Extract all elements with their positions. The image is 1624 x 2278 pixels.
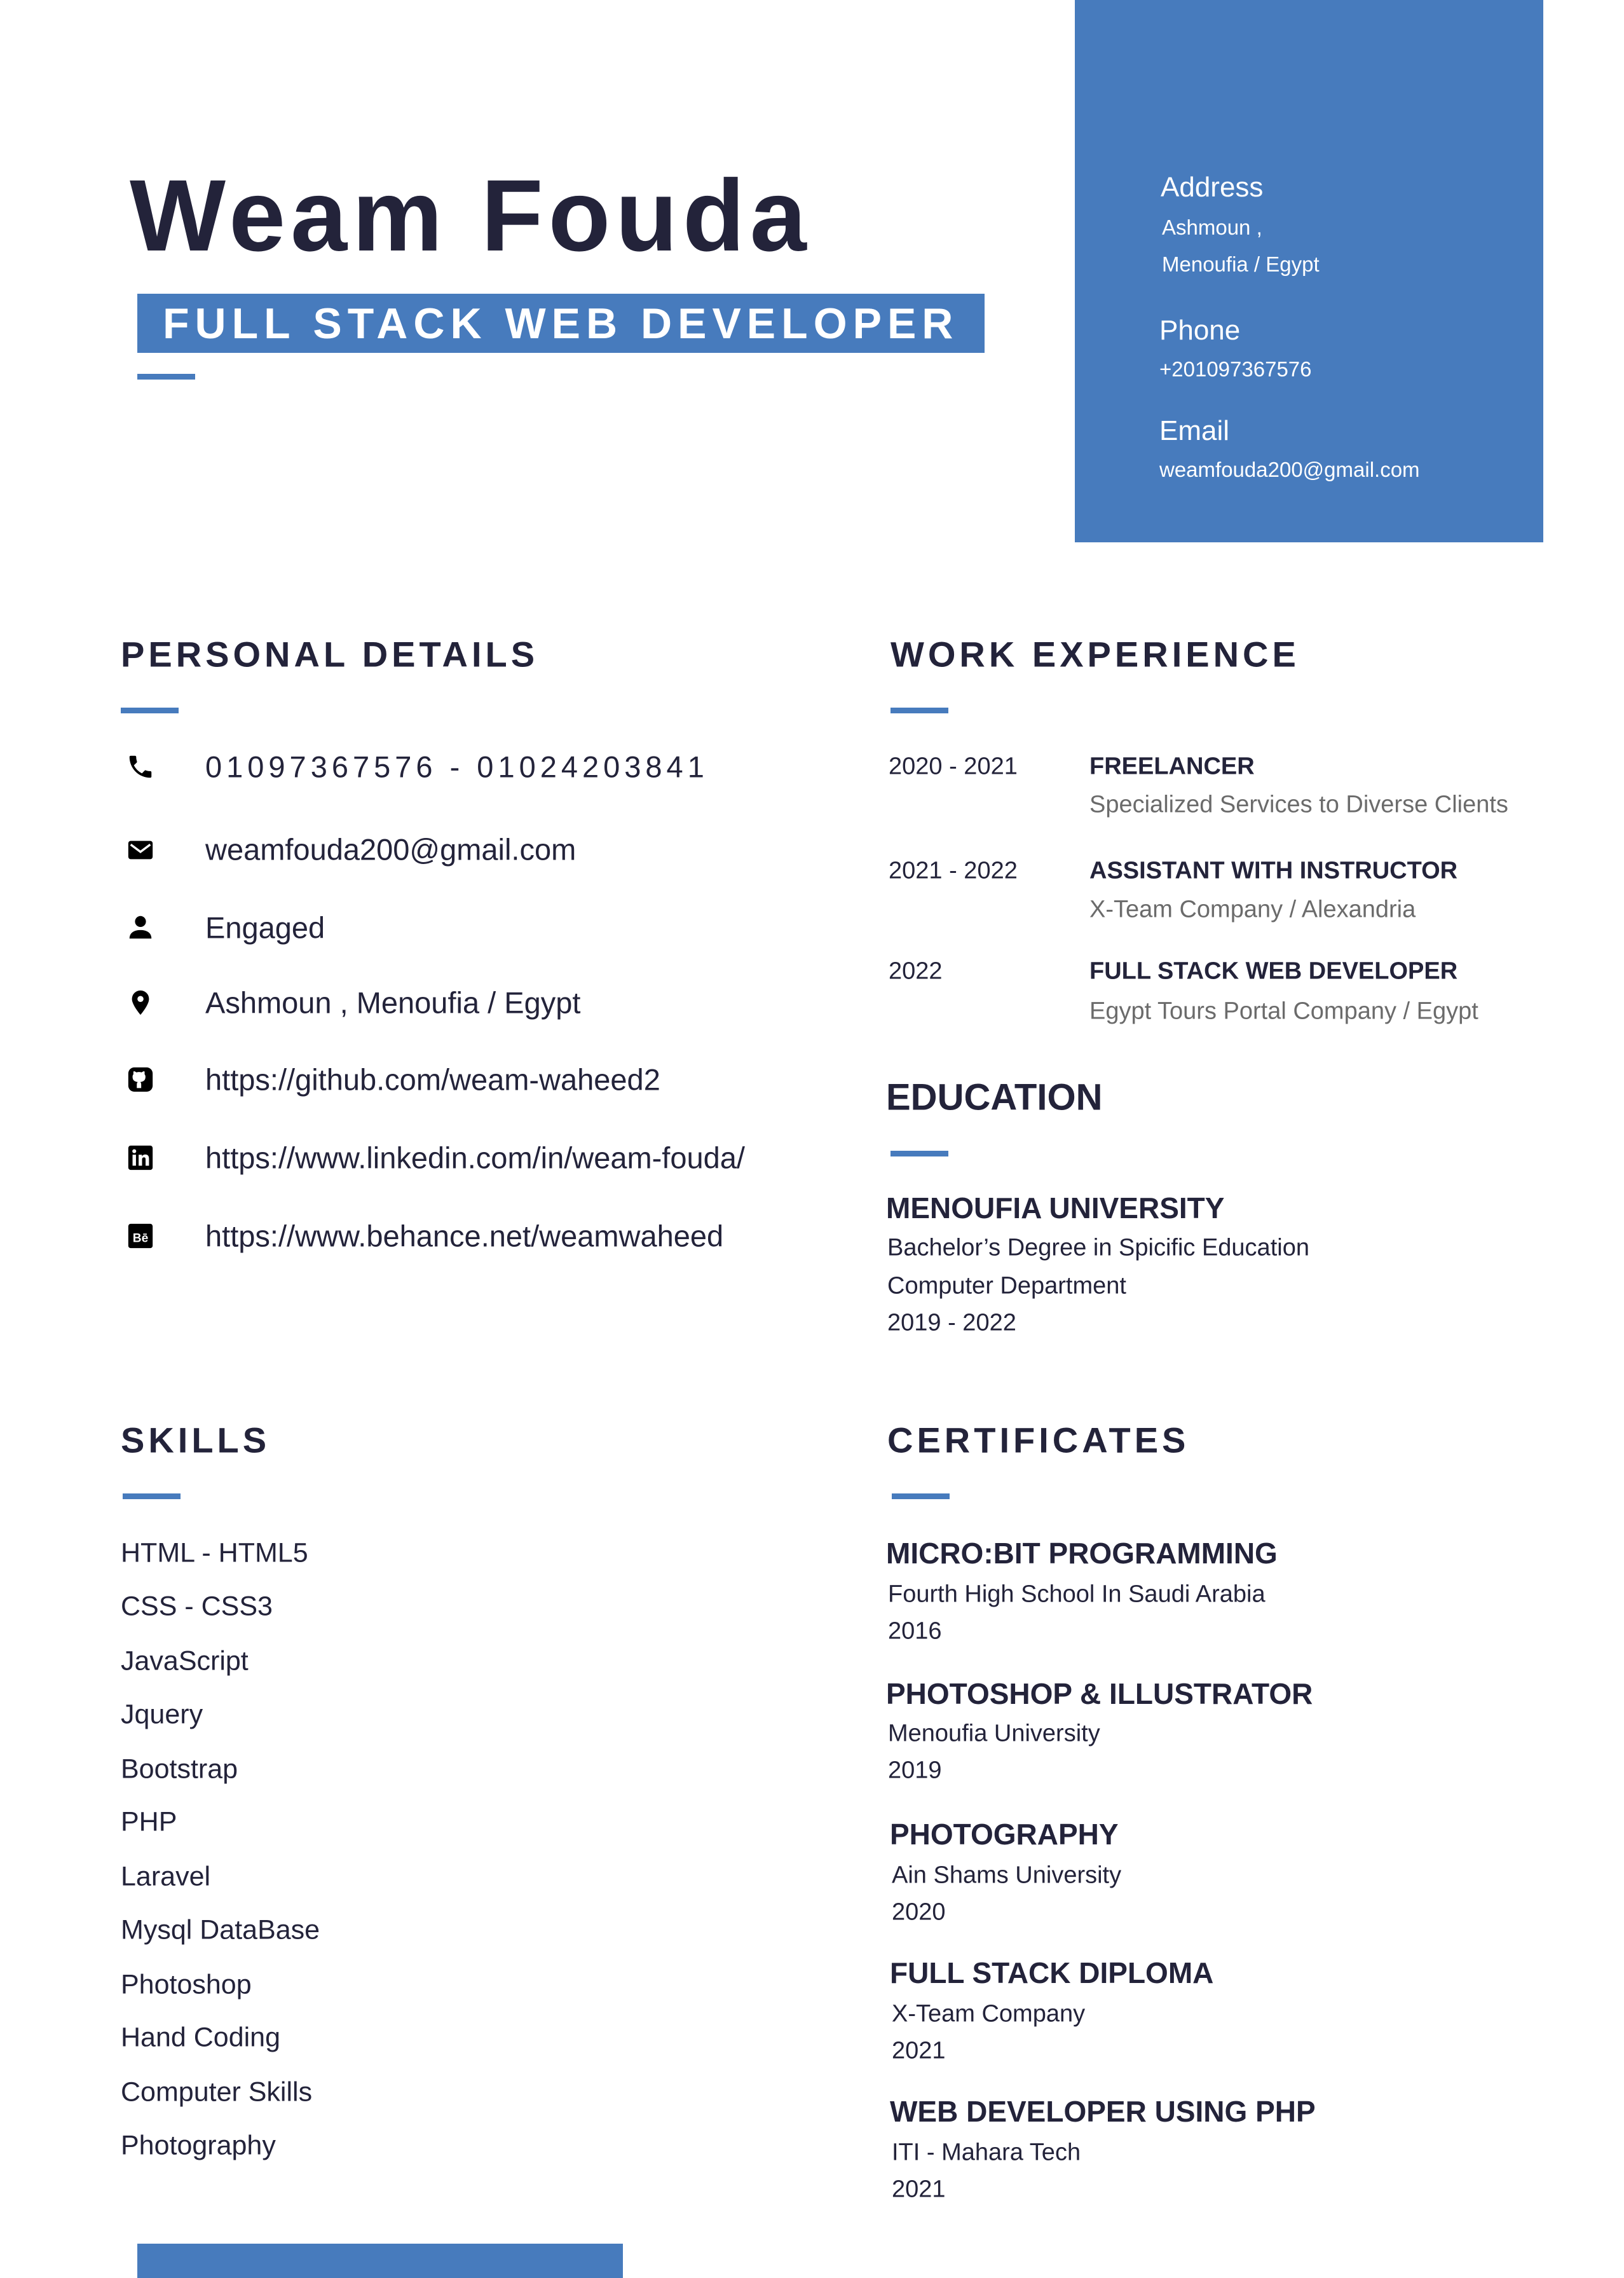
skill-item: HTML - HTML5	[121, 1537, 308, 1568]
skill-item: Jquery	[121, 1699, 203, 1730]
phone-value: +201097367576	[1159, 357, 1312, 381]
certificates-heading: CERTIFICATES	[887, 1420, 1190, 1460]
education-underline	[890, 1151, 948, 1156]
education-heading: EDUCATION	[886, 1076, 1103, 1118]
certificate-title: PHOTOSHOP & ILLUSTRATOR	[886, 1677, 1313, 1710]
address-line-2: Menoufia / Egypt	[1162, 252, 1320, 276]
work-title: FULL STACK WEB DEVELOPER	[1089, 957, 1458, 985]
location-pin-icon	[132, 990, 149, 1015]
certificate-title: MICRO:BIT PROGRAMMING	[886, 1537, 1278, 1570]
personal-underline	[121, 708, 179, 713]
work-company: Specialized Services to Diverse Clients	[1089, 791, 1508, 818]
personal-details-heading: PERSONAL DETAILS	[121, 634, 539, 675]
email-value: weamfouda200@gmail.com	[1159, 458, 1420, 481]
work-experience-heading: WORK EXPERIENCE	[890, 634, 1300, 675]
certificate-title: FULL STACK DIPLOMA	[890, 1956, 1214, 1989]
skill-item: Laravel	[121, 1861, 211, 1892]
certificate-title: WEB DEVELOPER USING PHP	[890, 2095, 1316, 2128]
certificate-year: 2021	[892, 2176, 946, 2203]
skill-item: Computer Skills	[121, 2076, 313, 2108]
contact-status: Engaged	[205, 910, 325, 945]
footer-accent-block	[137, 2244, 623, 2278]
contact-github-link[interactable]: https://github.com/weam-waheed2	[205, 1062, 660, 1097]
behance-icon: Bē	[128, 1223, 153, 1249]
skill-item: PHP	[121, 1806, 177, 1837]
work-years: 2021 - 2022	[889, 857, 1018, 884]
envelope-icon	[128, 841, 153, 860]
skill-item: Mysql DataBase	[121, 1914, 320, 1945]
skills-underline	[123, 1493, 181, 1499]
address-line-1: Ashmoun ,	[1162, 216, 1262, 239]
certificate-title: PHOTOGRAPHY	[890, 1818, 1119, 1851]
email-label: Email	[1159, 415, 1230, 446]
work-company: X-Team Company / Alexandria	[1089, 896, 1416, 923]
certificate-issuer: X-Team Company	[892, 2000, 1086, 2028]
certificate-issuer: Ain Shams University	[892, 1862, 1122, 1889]
contact-email[interactable]: weamfouda200@gmail.com	[205, 832, 576, 867]
job-title: FULL STACK WEB DEVELOPER	[163, 299, 959, 348]
education-department: Computer Department	[887, 1272, 1126, 1300]
skill-item: Photography	[121, 2130, 276, 2161]
header-underline	[137, 374, 195, 380]
phone-label: Phone	[1159, 315, 1241, 346]
education-years: 2019 - 2022	[887, 1309, 1016, 1336]
linkedin-icon	[128, 1145, 153, 1170]
education-school: MENOUFIA UNIVERSITY	[886, 1191, 1225, 1225]
address-label: Address	[1161, 172, 1264, 203]
contact-phone: 01097367576 - 01024203841	[205, 750, 709, 784]
skill-item: Bootstrap	[121, 1753, 238, 1785]
work-company: Egypt Tours Portal Company / Egypt	[1089, 998, 1478, 1025]
certificate-year: 2019	[888, 1757, 942, 1784]
contact-linkedin-link[interactable]: https://www.linkedin.com/in/weam-fouda/	[205, 1141, 745, 1176]
work-underline	[890, 708, 948, 713]
certificate-issuer: Fourth High School In Saudi Arabia	[888, 1581, 1266, 1608]
certificate-issuer: Menoufia University	[888, 1720, 1100, 1747]
work-years: 2020 - 2021	[889, 753, 1018, 780]
phone-icon	[129, 755, 152, 778]
certificate-year: 2016	[888, 1617, 942, 1645]
certificate-year: 2021	[892, 2037, 946, 2064]
skill-item: Hand Coding	[121, 2022, 281, 2053]
contact-address: Ashmoun , Menoufia / Egypt	[205, 985, 581, 1020]
education-degree: Bachelor’s Degree in Spicific Education	[887, 1234, 1309, 1261]
skill-item: JavaScript	[121, 1645, 249, 1677]
github-icon	[128, 1067, 153, 1092]
skills-heading: SKILLS	[121, 1420, 271, 1460]
svg-text:Bē: Bē	[133, 1232, 149, 1245]
certificate-year: 2020	[892, 1898, 946, 1926]
work-title: ASSISTANT WITH INSTRUCTOR	[1089, 857, 1458, 884]
work-title: FREELANCER	[1089, 753, 1255, 780]
work-years: 2022	[889, 957, 943, 985]
name-title: Weam Fouda	[130, 158, 812, 272]
certificate-issuer: ITI - Mahara Tech	[892, 2139, 1081, 2166]
contact-behance-link[interactable]: https://www.behance.net/weamwaheed	[205, 1219, 723, 1254]
person-icon	[129, 916, 152, 939]
skill-item: Photoshop	[121, 1969, 252, 2000]
certificates-underline	[892, 1493, 950, 1499]
skill-item: CSS - CSS3	[121, 1591, 273, 1622]
